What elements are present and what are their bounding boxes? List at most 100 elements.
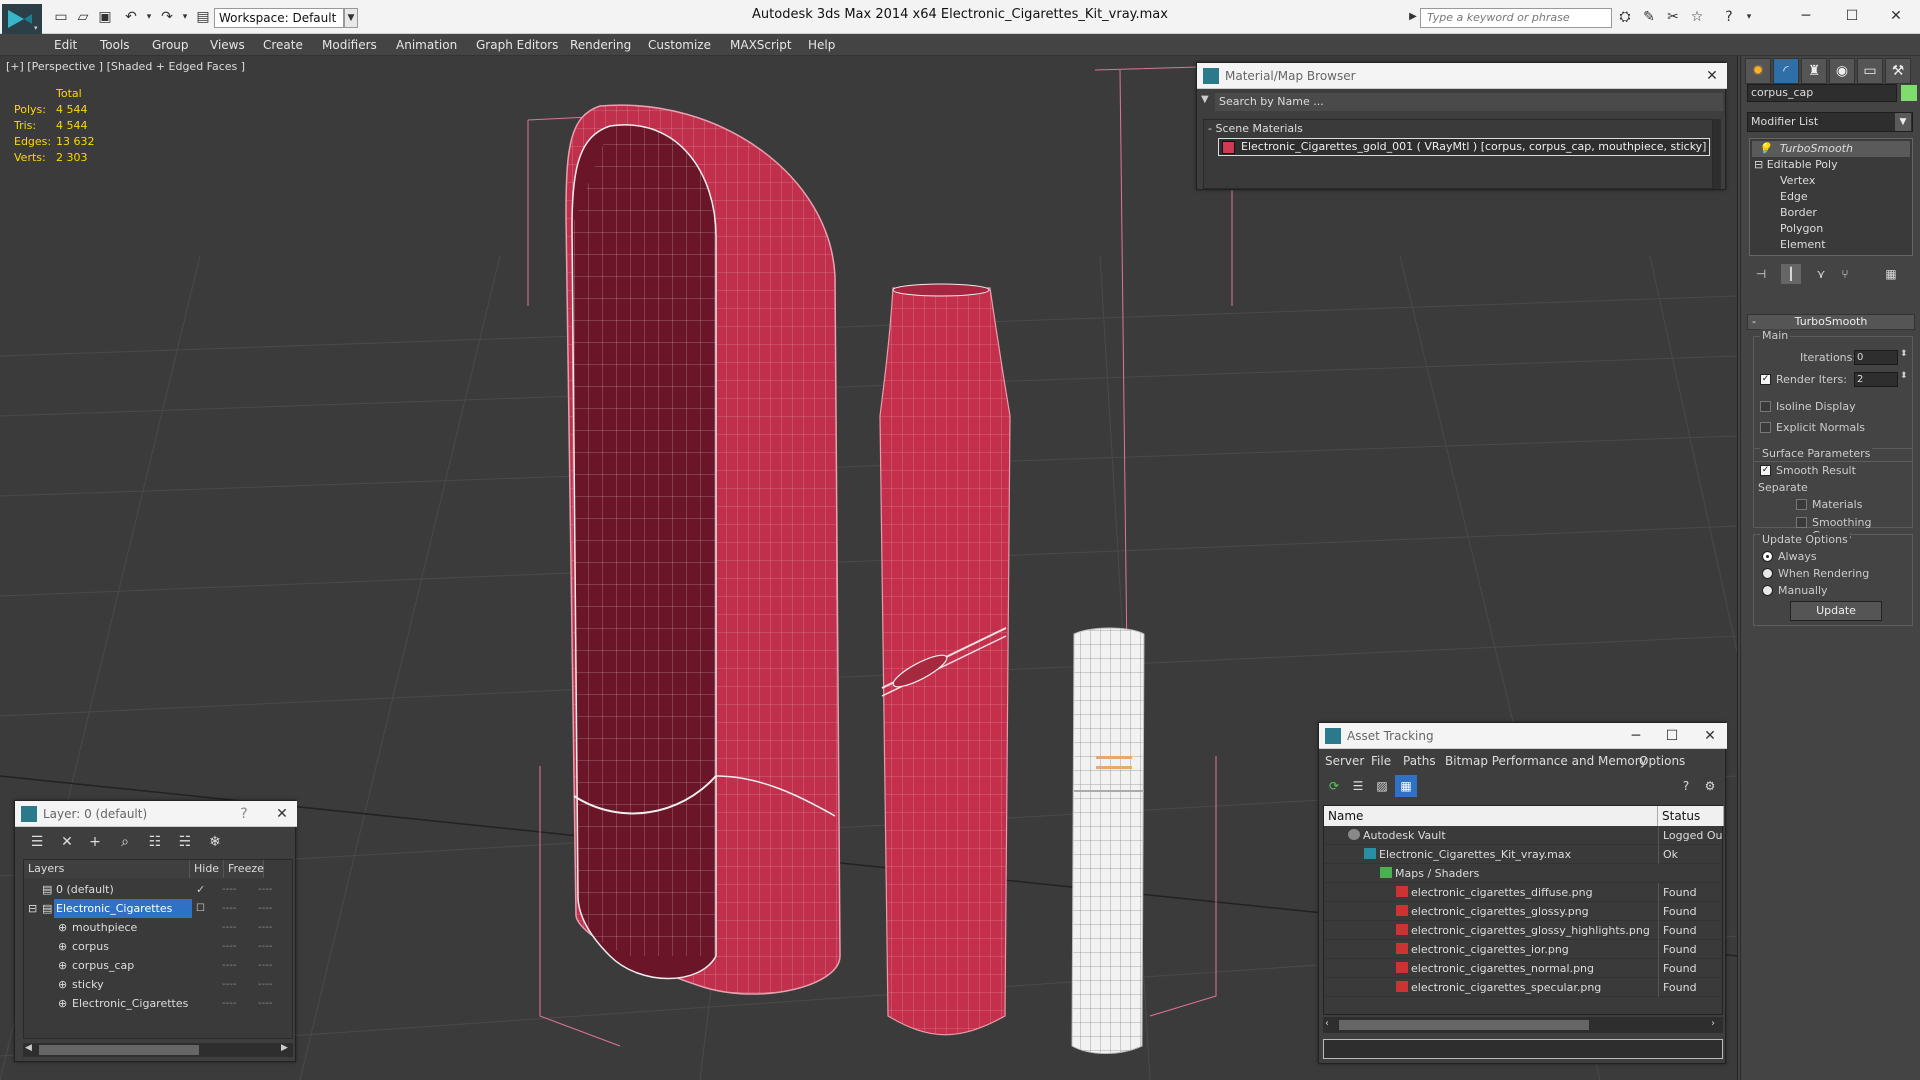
close-icon[interactable]: ✕ [1876, 4, 1916, 28]
remove-modifier-icon[interactable]: ⑂ [1835, 264, 1855, 284]
object-row[interactable]: ⊕ corpus_cap ---- ---- [24, 956, 294, 975]
iterations-spinner-arrows-icon[interactable]: ⬍ [1900, 349, 1908, 359]
scroll-right-icon[interactable]: ▶ [281, 1043, 288, 1053]
hide-toggle[interactable]: ---- [222, 956, 236, 975]
list-view-icon[interactable]: ☰ [1347, 775, 1369, 797]
asset-row[interactable]: electronic_cigarettes_glossy_highlights.… [1324, 921, 1724, 940]
hide-toggle[interactable]: ---- [222, 937, 236, 956]
freeze-all-layers-icon[interactable]: ❄ [203, 831, 227, 853]
hide-toggle[interactable]: ---- [222, 975, 236, 994]
menu-animation[interactable]: Animation [388, 34, 465, 56]
collapse-minus-icon[interactable]: ⊟ [28, 899, 37, 918]
hide-column-header[interactable]: Hide [190, 860, 224, 878]
hierarchy-tab-icon[interactable]: ♜ [1801, 58, 1827, 84]
freeze-toggle[interactable]: ---- [258, 956, 272, 975]
help-dropdown-icon[interactable]: ▾ [1740, 8, 1758, 26]
asset-path-field[interactable] [1323, 1039, 1723, 1059]
object-row[interactable]: ⊕ corpus ---- ---- [24, 937, 294, 956]
asset-help-icon[interactable]: ? [1675, 775, 1697, 797]
asset-row[interactable]: Electronic_Cigarettes_Kit_vray.max Ok [1324, 845, 1724, 864]
separate-smoothing-groups-checkbox[interactable] [1796, 517, 1807, 528]
asset-row[interactable]: electronic_cigarettes_specular.png Found [1324, 978, 1724, 997]
expand-minus-icon[interactable]: ⊟ [1754, 158, 1763, 171]
menu-customize[interactable]: Customize [640, 34, 719, 56]
object-row[interactable]: ⊕ mouthpiece ---- ---- [24, 918, 294, 937]
asset-menu-server[interactable]: Server [1325, 751, 1364, 771]
status-column-header[interactable]: Status [1658, 806, 1724, 826]
freeze-column-header[interactable]: Freeze [224, 860, 264, 878]
scroll-left-icon[interactable]: ‹ [1325, 1018, 1329, 1029]
menu-graph-editors[interactable]: Graph Editors [468, 34, 566, 56]
asset-maximize-icon[interactable]: ☐ [1659, 723, 1685, 749]
menu-group[interactable]: Group [144, 34, 197, 56]
display-tab-icon[interactable]: ▭ [1857, 58, 1883, 84]
maximize-icon[interactable]: ☐ [1832, 4, 1872, 28]
update-manually-radio[interactable] [1762, 585, 1773, 596]
menu-help[interactable]: Help [800, 34, 843, 56]
refresh-icon[interactable]: ⟳ [1323, 775, 1345, 797]
object-color-swatch[interactable] [1901, 85, 1917, 101]
freeze-toggle[interactable]: ---- [258, 918, 272, 937]
binoculars-icon[interactable]: ⛭ [1616, 8, 1634, 26]
layer-help-button[interactable]: ? [231, 801, 257, 827]
asset-settings-icon[interactable]: ⚙ [1699, 775, 1721, 797]
stack-sub-vertex[interactable]: Vertex [1780, 173, 1815, 189]
stack-sub-border[interactable]: Border [1780, 205, 1817, 221]
hide-all-layers-icon[interactable]: ☵ [173, 831, 197, 853]
subscription-icon[interactable]: ✎ [1640, 8, 1658, 26]
render-iters-spinner[interactable]: 2 [1854, 372, 1898, 387]
object-row[interactable]: ⊕ Electronic_Cigarettes ---- ---- [24, 994, 294, 1013]
asset-close-icon[interactable]: ✕ [1697, 723, 1723, 749]
asset-row[interactable]: Autodesk Vault Logged Ou [1324, 826, 1724, 845]
layers-column-header[interactable]: Layers [24, 860, 190, 878]
asset-row[interactable]: electronic_cigarettes_normal.png Found [1324, 959, 1724, 978]
layer-manager-close-icon[interactable]: ✕ [269, 801, 295, 827]
update-button[interactable]: Update [1790, 601, 1882, 621]
menu-maxscript[interactable]: MAXScript [722, 34, 800, 56]
scene-materials-section[interactable]: - Scene Materials [1208, 122, 1303, 135]
scroll-right-icon[interactable]: › [1711, 1018, 1715, 1029]
object-name-field[interactable]: corpus_cap [1747, 84, 1897, 102]
stack-item-turbosmooth[interactable]: 💡 TurboSmooth [1752, 141, 1910, 157]
thumbnail-view-icon[interactable]: ▨ [1371, 775, 1393, 797]
freeze-toggle[interactable]: ---- [258, 937, 272, 956]
name-column-header[interactable]: Name [1324, 806, 1658, 826]
hide-toggle[interactable]: ---- [222, 880, 236, 899]
turbosmooth-rollout-header[interactable]: - TurboSmooth [1747, 314, 1915, 330]
asset-row[interactable]: Maps / Shaders [1324, 864, 1724, 883]
layer-row-selected[interactable]: ⊟ ▤ Electronic_Cigarettes ☐ ---- ---- [24, 899, 294, 918]
hide-toggle[interactable]: ---- [222, 918, 236, 937]
communication-center-icon[interactable]: ✂ [1664, 8, 1682, 26]
asset-row[interactable]: electronic_cigarettes_ior.png Found [1324, 940, 1724, 959]
separate-materials-checkbox[interactable] [1796, 499, 1807, 510]
iterations-spinner[interactable]: 0 [1854, 350, 1898, 365]
isoline-display-checkbox[interactable] [1760, 401, 1771, 412]
asset-row[interactable]: electronic_cigarettes_diffuse.png Found [1324, 883, 1724, 902]
stack-sub-element[interactable]: Element [1780, 237, 1826, 253]
menu-edit[interactable]: Edit [46, 34, 85, 56]
layer-row[interactable]: ▤ 0 (default) ✓ ---- ---- [24, 880, 294, 899]
smooth-result-checkbox[interactable]: ✓ [1760, 465, 1771, 476]
render-iters-checkbox[interactable]: ✓ [1760, 374, 1771, 385]
stack-item-editable-poly[interactable]: ⊟ Editable Poly [1754, 157, 1838, 173]
minimize-icon[interactable]: ─ [1786, 4, 1826, 28]
menu-rendering[interactable]: Rendering [562, 34, 639, 56]
asset-minimize-icon[interactable]: ─ [1623, 723, 1649, 749]
bulb-icon[interactable]: 💡 [1758, 142, 1772, 155]
layer-hscrollbar[interactable]: ◀ ▶ [23, 1043, 293, 1057]
table-view-icon[interactable]: ▦ [1395, 775, 1417, 797]
layer-current-box-icon[interactable]: ☐ [196, 899, 205, 918]
stack-sub-edge[interactable]: Edge [1780, 189, 1808, 205]
help-icon[interactable]: ? [1720, 8, 1738, 26]
hide-toggle[interactable]: ---- [222, 899, 236, 918]
asset-menu-paths[interactable]: Paths [1403, 751, 1436, 771]
select-in-layer-icon[interactable]: ⌕ [113, 831, 137, 853]
utilities-tab-icon[interactable]: ⚒ [1885, 58, 1911, 84]
object-row[interactable]: ⊕ sticky ---- ---- [24, 975, 294, 994]
show-end-result-icon[interactable]: ┃ [1781, 264, 1801, 284]
scroll-left-icon[interactable]: ◀ [25, 1043, 32, 1053]
search-options-icon[interactable]: ▼ [1201, 94, 1209, 105]
pin-stack-icon[interactable]: ⊣ [1751, 264, 1771, 284]
update-always-radio[interactable] [1762, 551, 1773, 562]
update-when-rendering-radio[interactable] [1762, 568, 1773, 579]
